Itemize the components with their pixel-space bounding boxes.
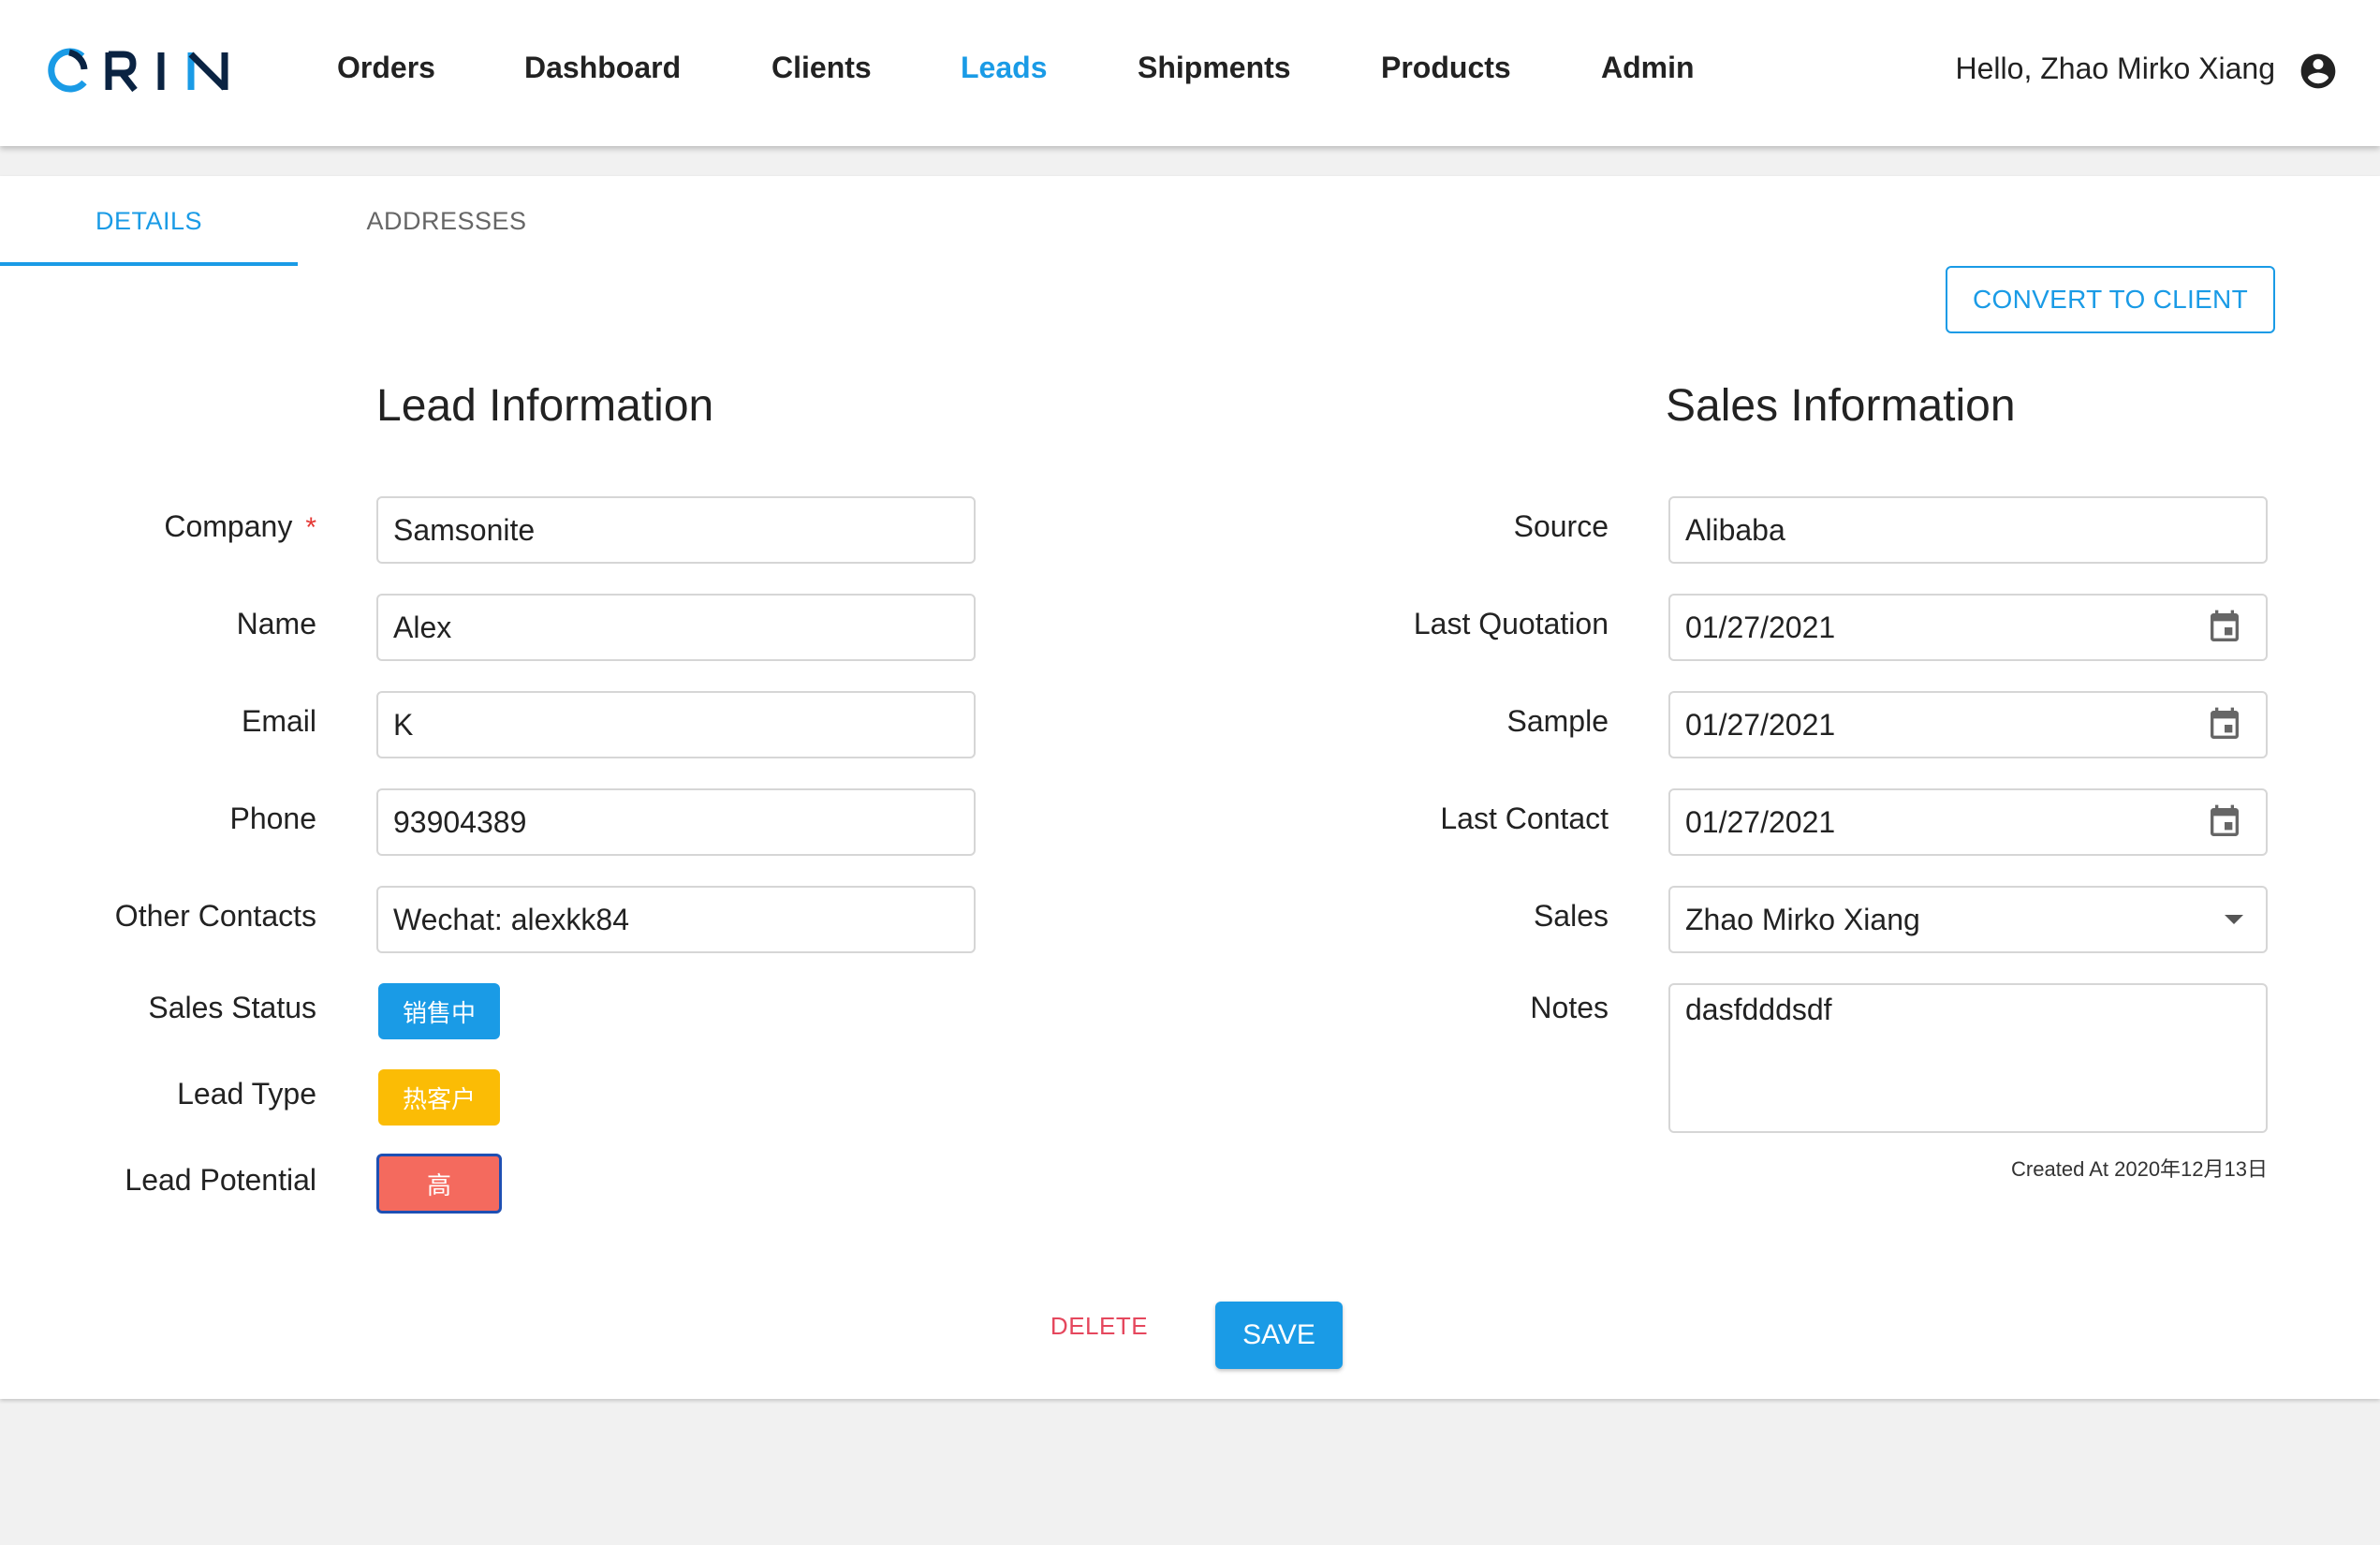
sample-label: Sample (1506, 704, 1609, 738)
lead-information-title: Lead Information (376, 381, 714, 431)
email-label: Email (241, 704, 316, 738)
source-field[interactable]: Alibaba (1668, 496, 2268, 564)
name-field[interactable]: Alex (376, 594, 976, 661)
convert-to-client-button[interactable]: CONVERT TO CLIENT (1946, 266, 2275, 333)
nav-admin[interactable]: Admin (1601, 51, 1695, 85)
created-at-text: Created At 2020年12月13日 (2011, 1157, 2268, 1181)
phone-label: Phone (229, 802, 316, 835)
calendar-icon[interactable] (2206, 706, 2243, 743)
last-quotation-field[interactable]: 01/27/2021 (1668, 594, 2268, 661)
save-button[interactable]: SAVE (1215, 1302, 1343, 1369)
company-label: Company * (164, 509, 316, 543)
last-contact-field[interactable]: 01/27/2021 (1668, 788, 2268, 856)
last-quotation-label: Last Quotation (1413, 607, 1609, 640)
company-field[interactable]: Samsonite (376, 496, 976, 564)
account-circle-icon[interactable] (2298, 51, 2339, 92)
user-greeting: Hello, Zhao Mirko Xiang (1955, 52, 2275, 85)
tab-details[interactable]: DETAILS (0, 176, 298, 266)
sales-status-chip[interactable]: 销售中 (378, 983, 500, 1039)
lead-type-label: Lead Type (177, 1077, 316, 1111)
name-label: Name (236, 607, 316, 640)
phone-field[interactable]: 93904389 (376, 788, 976, 856)
notes-textarea[interactable]: dasfdddsdf (1668, 983, 2268, 1133)
tab-addresses[interactable]: ADDRESSES (298, 176, 595, 266)
lead-detail-card: DETAILS ADDRESSES CONVERT TO CLIENT Lead… (0, 176, 2380, 1399)
lead-type-chip[interactable]: 热客户 (378, 1069, 500, 1126)
other-contacts-label: Other Contacts (114, 899, 316, 933)
orin-logo[interactable] (41, 45, 240, 97)
sales-status-label: Sales Status (148, 991, 316, 1024)
other-contacts-field[interactable]: Wechat: alexkk84 (376, 886, 976, 953)
delete-button[interactable]: DELETE (1022, 1298, 1176, 1354)
sales-label: Sales (1533, 899, 1609, 933)
calendar-icon[interactable] (2206, 803, 2243, 841)
required-mark: * (305, 512, 316, 543)
nav-dashboard[interactable]: Dashboard (524, 51, 681, 85)
email-field[interactable]: K (376, 691, 976, 758)
chevron-down-icon (2225, 915, 2243, 924)
lead-potential-chip[interactable]: 高 (376, 1154, 502, 1214)
last-contact-label: Last Contact (1440, 802, 1609, 835)
active-tab-indicator (0, 262, 298, 266)
top-navbar: Orders Dashboard Clients Leads Shipments… (0, 0, 2380, 146)
nav-leads[interactable]: Leads (961, 51, 1047, 85)
lead-potential-label: Lead Potential (125, 1163, 316, 1197)
sales-select[interactable]: Zhao Mirko Xiang (1668, 886, 2268, 953)
notes-label: Notes (1530, 991, 1609, 1024)
sample-field[interactable]: 01/27/2021 (1668, 691, 2268, 758)
nav-orders[interactable]: Orders (337, 51, 435, 85)
source-label: Source (1513, 509, 1609, 543)
sales-information-title: Sales Information (1666, 381, 2016, 431)
nav-products[interactable]: Products (1381, 51, 1511, 85)
nav-shipments[interactable]: Shipments (1138, 51, 1291, 85)
nav-clients[interactable]: Clients (771, 51, 872, 85)
calendar-icon[interactable] (2206, 609, 2243, 646)
